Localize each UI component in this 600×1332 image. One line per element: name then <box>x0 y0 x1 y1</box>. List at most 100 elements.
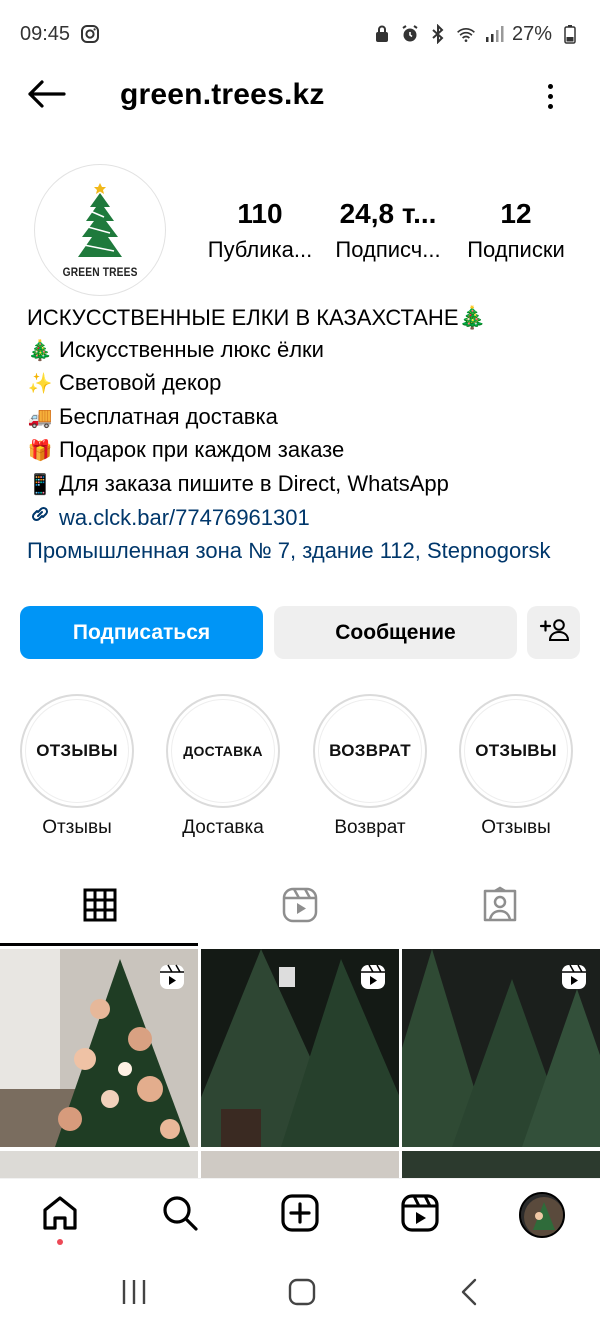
back-icon <box>455 1277 485 1312</box>
grid-icon <box>83 888 117 927</box>
home-icon <box>287 1277 317 1312</box>
wifi-icon <box>456 24 476 44</box>
suggested-people-button[interactable] <box>527 606 580 659</box>
highlight-label: Доставка <box>182 817 264 838</box>
home-button[interactable] <box>282 1274 322 1314</box>
grid-post[interactable] <box>402 1151 600 1179</box>
highlight-cover: ВОЗВРАТ <box>318 699 422 803</box>
link-icon <box>27 503 53 536</box>
profile-avatar <box>519 1192 565 1238</box>
system-navigation <box>0 1252 600 1332</box>
bio-link[interactable]: wa.clck.bar/77476961301 <box>27 502 587 536</box>
lock-icon <box>372 24 392 44</box>
bio-line: ✨ Световой декор <box>27 367 587 401</box>
profile-stats: 110 Публика... 24,8 т... Подписч... 12 П… <box>196 196 580 276</box>
posts-grid <box>0 949 600 1179</box>
highlight-ring: ОТЗЫВЫ <box>459 694 573 808</box>
grid-post[interactable] <box>0 1151 198 1179</box>
grid-post[interactable] <box>201 949 399 1147</box>
bio-name: ИСКУССТВЕННЫЕ ЕЛКИ В КАЗАХСТАНЕ🎄 <box>27 305 486 330</box>
stat-followers-value: 24,8 т... <box>339 198 437 229</box>
alarm-icon <box>400 24 420 44</box>
bio-link-text[interactable]: wa.clck.bar/77476961301 <box>59 505 310 530</box>
stat-following-value: 12 <box>500 198 532 229</box>
profile-avatar[interactable]: GREEN TREES <box>34 164 166 296</box>
grid-post[interactable] <box>402 949 600 1147</box>
tagged-icon <box>481 886 519 929</box>
highlight-delivery[interactable]: ДОСТАВКА Доставка <box>165 694 281 842</box>
battery-icon <box>560 24 580 44</box>
highlight-ring: ВОЗВРАТ <box>313 694 427 808</box>
bio-line: 🎄 Искусственные люкс ёлки <box>27 334 587 368</box>
stat-posts-value: 110 <box>237 198 283 229</box>
bio-line: 📱 Для заказа пишите в Direct, WhatsApp <box>27 468 587 502</box>
reels-icon <box>281 886 319 929</box>
nav-create[interactable] <box>278 1193 322 1237</box>
bluetooth-icon <box>428 24 448 44</box>
status-icons: 27% <box>372 23 580 46</box>
recents-icon <box>119 1277 149 1312</box>
nav-profile[interactable] <box>516 1189 568 1241</box>
tree-emoji-icon: 🎄 <box>27 339 53 362</box>
notification-dot <box>57 1239 63 1245</box>
signal-icon <box>484 24 504 44</box>
more-options-button[interactable] <box>540 78 560 114</box>
reels-icon <box>400 1193 440 1238</box>
create-icon <box>280 1193 320 1238</box>
highlight-reviews-2[interactable]: ОТЗЫВЫ Отзывы <box>458 694 574 842</box>
avatar-logo-text: GREEN TREES <box>62 265 138 279</box>
tab-tagged[interactable] <box>400 868 600 946</box>
tab-reels[interactable] <box>200 868 400 946</box>
status-time: 09:45 <box>20 22 71 45</box>
reels-badge-icon <box>560 963 588 991</box>
stat-following-label: Подписки <box>467 237 565 262</box>
highlight-label: Отзывы <box>42 817 112 838</box>
reels-badge-icon <box>158 963 186 991</box>
highlight-cover: ДОСТАВКА <box>171 699 275 803</box>
active-tab-indicator <box>0 943 198 946</box>
nav-reels[interactable] <box>398 1193 442 1237</box>
bio-line: 🎁 Подарок при каждом заказе <box>27 434 587 468</box>
back-button-system[interactable] <box>450 1274 490 1314</box>
message-button[interactable]: Сообщение <box>274 606 517 659</box>
bio-address[interactable]: Промышленная зона № 7, здание 112, Stepn… <box>27 535 587 567</box>
nav-home[interactable] <box>38 1193 82 1237</box>
content-tabs <box>0 868 600 948</box>
stat-posts-label: Публика... <box>207 237 313 262</box>
follow-button[interactable]: Подписаться <box>20 606 263 659</box>
highlight-label: Отзывы <box>481 817 551 838</box>
highlight-return[interactable]: ВОЗВРАТ Возврат <box>312 694 428 842</box>
stat-followers-label: Подписч... <box>335 237 441 262</box>
highlight-ring: ОТЗЫВЫ <box>20 694 134 808</box>
grid-post[interactable] <box>201 1151 399 1179</box>
instagram-icon <box>80 24 100 44</box>
search-icon <box>160 1193 200 1238</box>
bottom-navigation <box>0 1178 600 1252</box>
back-arrow-icon <box>26 79 66 114</box>
highlight-cover: ОТЗЫВЫ <box>25 699 129 803</box>
back-button[interactable] <box>26 78 66 114</box>
home-icon <box>40 1193 80 1238</box>
highlight-cover: ОТЗЫВЫ <box>464 699 568 803</box>
truck-emoji-icon: 🚚 <box>27 406 53 429</box>
stat-followers[interactable]: 24,8 т... Подписч... <box>324 196 452 268</box>
reels-badge-icon <box>359 963 387 991</box>
highlight-ring: ДОСТАВКА <box>166 694 280 808</box>
nav-search[interactable] <box>158 1193 202 1237</box>
battery-percent: 27% <box>511 22 552 45</box>
profile-header: green.trees.kz <box>0 68 600 126</box>
stat-posts[interactable]: 110 Публика... <box>196 196 324 268</box>
more-vertical-icon <box>547 83 553 89</box>
profile-username: green.trees.kz <box>120 78 325 111</box>
phone-emoji-icon: 📱 <box>27 473 53 496</box>
add-person-icon <box>539 617 569 649</box>
tab-posts-grid[interactable] <box>0 868 200 946</box>
grid-post[interactable] <box>0 949 198 1147</box>
stat-following[interactable]: 12 Подписки <box>452 196 580 268</box>
status-bar: 09:45 27% <box>0 0 600 68</box>
profile-bio: ИСКУССТВЕННЫЕ ЕЛКИ В КАЗАХСТАНЕ🎄 🎄 Искусс… <box>27 302 587 567</box>
highlight-reviews[interactable]: ОТЗЫВЫ Отзывы <box>19 694 135 842</box>
gift-emoji-icon: 🎁 <box>27 440 53 463</box>
bio-line: 🚚 Бесплатная доставка <box>27 401 587 435</box>
recents-button[interactable] <box>114 1274 154 1314</box>
